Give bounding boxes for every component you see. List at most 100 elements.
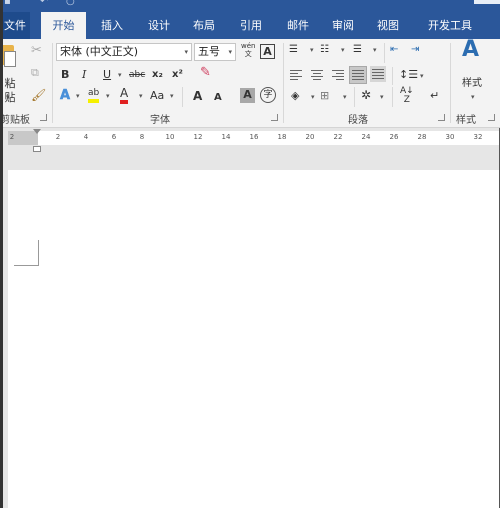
borders-icon[interactable]: ⊞ (320, 89, 329, 103)
styles-launcher[interactable] (488, 114, 495, 121)
ruler-tick-label: 14 (221, 133, 231, 141)
ruler-tick-label: 2 (55, 133, 61, 141)
align-right-icon[interactable] (330, 67, 346, 83)
font-size-combo[interactable]: 五号 ▾ (194, 43, 236, 61)
cut-icon[interactable]: ✂ (31, 44, 42, 58)
ruler-tick-label: 12 (193, 133, 203, 141)
ruler-tick-label: 20 (305, 133, 315, 141)
underline-button[interactable]: U (103, 68, 111, 82)
increase-indent-icon[interactable]: ⇥ (411, 43, 419, 57)
tab-home[interactable]: 开始 (41, 12, 86, 39)
shrink-font-button[interactable]: A (214, 91, 222, 105)
paragraph-group-label: 段落 (348, 115, 368, 126)
tab-mailings[interactable]: 邮件 (281, 12, 315, 39)
font-launcher[interactable] (271, 114, 278, 121)
decrease-indent-icon[interactable]: ⇤ (390, 43, 398, 57)
styles-icon: A (462, 37, 480, 62)
font-color-button[interactable]: A (120, 87, 129, 104)
ruler-tick-label: 22 (333, 133, 343, 141)
separator (354, 87, 355, 107)
font-group-label: 字体 (150, 115, 170, 126)
ribbon-tabs: 文件 开始 插入 设计 布局 引用 邮件 审阅 视图 开发工具 (0, 12, 500, 39)
save-icon[interactable]: ▪ (4, 0, 11, 7)
left-indent-handle[interactable] (33, 146, 41, 152)
ruler-tick-label: 8 (139, 133, 145, 141)
word-window: ▪ ↶ ○ 文件 开始 插入 设计 布局 引用 邮件 审阅 视图 开发工具 粘贴… (0, 0, 500, 508)
separator (392, 67, 393, 85)
superscript-button[interactable]: x² (172, 68, 183, 82)
first-line-indent-handle[interactable] (33, 129, 41, 134)
group-separator (450, 43, 451, 123)
bullets-icon[interactable]: ☰ (289, 43, 298, 57)
multilevel-list-icon[interactable]: ☰ (353, 43, 362, 57)
justify-icon[interactable] (349, 66, 367, 84)
font-name-value: 宋体 (中文正文) (60, 45, 139, 58)
paragraph-launcher[interactable] (438, 114, 445, 121)
clipboard-launcher[interactable] (40, 114, 47, 121)
enclose-char-button[interactable]: 字 (260, 87, 276, 103)
ruler-tick-label: 28 (417, 133, 427, 141)
horizontal-ruler[interactable]: 2 2 4 6 8 10 12 14 16 18 20 22 24 26 28 30 32 (8, 131, 500, 145)
sort-icon[interactable]: A↓ Z (400, 87, 414, 105)
paste-label: 粘贴 (4, 77, 16, 104)
title-bar: ▪ ↶ ○ (0, 0, 500, 12)
ruler-tick-label: 16 (249, 133, 259, 141)
highlight-button[interactable]: ab (88, 87, 100, 103)
strikethrough-button[interactable]: abc (129, 68, 145, 82)
separator (392, 87, 393, 107)
distributed-icon[interactable] (370, 66, 386, 82)
separator (182, 87, 183, 107)
redo-icon[interactable]: ○ (66, 0, 75, 7)
char-shading-button[interactable]: A (240, 88, 255, 103)
group-separator (52, 43, 53, 123)
shading-icon[interactable]: ◈ (291, 89, 299, 103)
separator (384, 43, 385, 63)
chevron-down-icon: ▾ (184, 48, 188, 56)
undo-icon[interactable]: ↶ (40, 0, 48, 7)
font-name-combo[interactable]: 宋体 (中文正文) ▾ (56, 43, 192, 61)
ruler-tick-label: 24 (361, 133, 371, 141)
tab-design[interactable]: 设计 (142, 12, 176, 39)
italic-button[interactable]: I (82, 68, 86, 82)
numbering-icon[interactable]: ☷ (320, 43, 329, 57)
ruler-tick-label: 2 (9, 133, 15, 141)
margin-corner-mark (38, 240, 39, 266)
ruler-tick-label: 6 (111, 133, 117, 141)
tab-file[interactable]: 文件 (0, 12, 30, 39)
show-marks-icon[interactable]: ↵ (430, 89, 439, 103)
ruler-tick-label: 32 (473, 133, 483, 141)
ruler-tick-label: 26 (389, 133, 399, 141)
tab-insert[interactable]: 插入 (95, 12, 129, 39)
clear-formatting-icon[interactable]: ✎ (200, 66, 211, 80)
tab-layout[interactable]: 布局 (187, 12, 221, 39)
change-case-button[interactable]: Aa (150, 89, 164, 103)
tab-references[interactable]: 引用 (234, 12, 268, 39)
margin-corner-mark (14, 265, 39, 266)
ruler-tick-label: 10 (165, 133, 175, 141)
group-separator (283, 43, 284, 123)
copy-icon[interactable]: ⧉ (31, 66, 39, 80)
text-effects-button[interactable]: A (60, 88, 71, 103)
paste-doc-icon (4, 51, 16, 67)
styles-button-label: 样式 (462, 78, 482, 89)
subscript-button[interactable]: x₂ (152, 68, 163, 82)
tab-view[interactable]: 视图 (371, 12, 405, 39)
font-size-value: 五号 (198, 45, 220, 58)
format-painter-icon[interactable]: 🖌 (31, 88, 46, 102)
center-icon[interactable] (309, 67, 325, 83)
char-border-button[interactable]: A (260, 44, 275, 59)
ruler-area: 2 2 4 6 8 10 12 14 16 18 20 22 24 26 28 30 32 (0, 128, 500, 170)
bold-button[interactable]: B (61, 68, 69, 82)
tab-review[interactable]: 审阅 (326, 12, 360, 39)
line-spacing-icon[interactable]: ↕☰ (399, 68, 418, 82)
document-page[interactable] (8, 170, 499, 508)
align-left-icon[interactable] (288, 67, 304, 83)
asian-layout-icon[interactable]: ✲ (361, 88, 371, 102)
window-left-edge (0, 0, 3, 508)
styles-group-label: 样式 (456, 115, 476, 126)
grow-font-button[interactable]: A (193, 89, 202, 103)
tab-developer[interactable]: 开发工具 (420, 12, 480, 39)
phonetic-guide-button[interactable]: wén 文 (241, 42, 255, 58)
document-area (0, 170, 500, 508)
window-control[interactable] (474, 0, 500, 4)
